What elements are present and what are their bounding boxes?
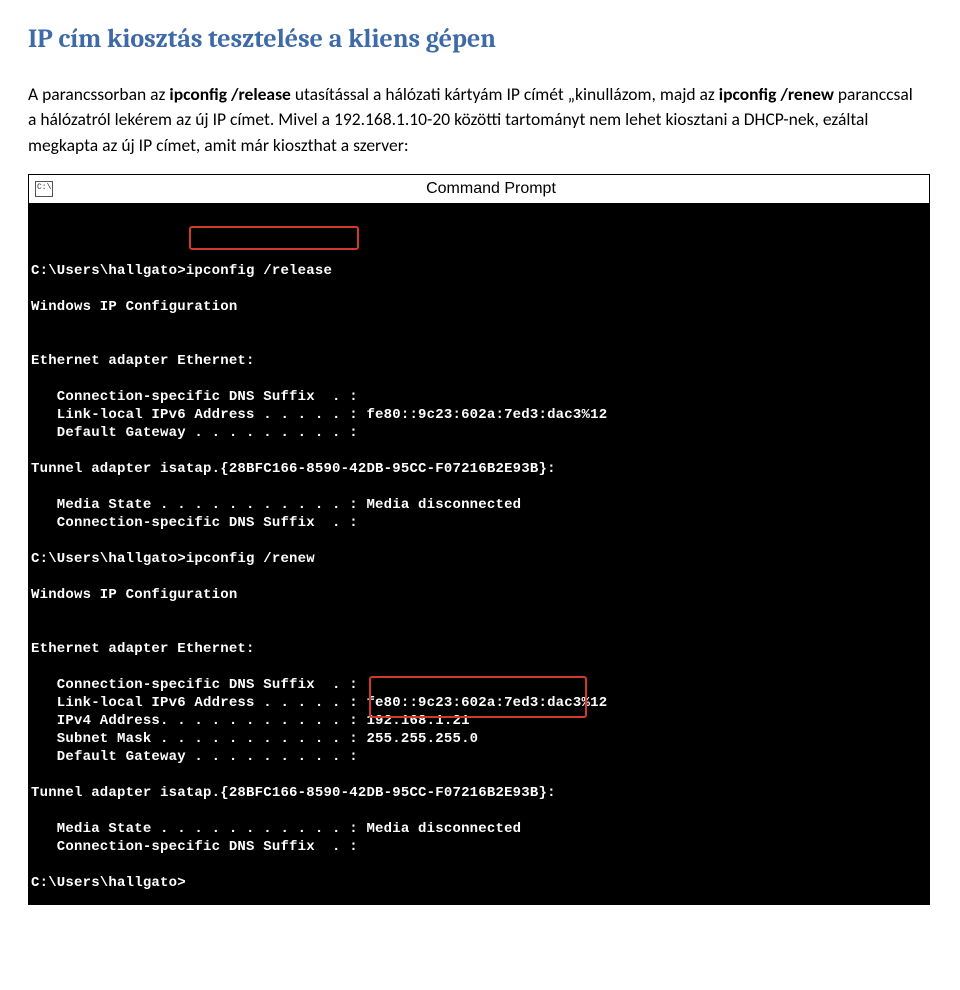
terminal-line: Default Gateway . . . . . . . . . : (31, 424, 927, 442)
command-prompt-title: Command Prompt (59, 180, 923, 198)
terminal-line (31, 442, 927, 460)
terminal-line: Default Gateway . . . . . . . . . : (31, 748, 927, 766)
terminal-line: Link-local IPv6 Address . . . . . : fe80… (31, 406, 927, 424)
terminal-line (31, 334, 927, 352)
terminal-line (31, 370, 927, 388)
terminal-line (31, 532, 927, 550)
terminal-line (31, 622, 927, 640)
terminal-line (31, 658, 927, 676)
page-title: IP cím kiosztás tesztelése a kliens gépe… (28, 24, 932, 54)
terminal-line: Ethernet adapter Ethernet: (31, 640, 927, 658)
terminal-line: Tunnel adapter isatap.{28BFC166-8590-42D… (31, 784, 927, 802)
terminal-line: IPv4 Address. . . . . . . . . . . : 192.… (31, 712, 927, 730)
intro-text-2: utasítással a hálózati kártyám IP címét … (291, 83, 719, 105)
terminal-line: Media State . . . . . . . . . . . : Medi… (31, 496, 927, 514)
intro-text-1: A parancssorban az (28, 83, 169, 105)
terminal-line (31, 802, 927, 820)
terminal-line: Connection-specific DNS Suffix . : (31, 514, 927, 532)
terminal-line (31, 604, 927, 622)
terminal-line: Connection-specific DNS Suffix . : (31, 388, 927, 406)
terminal-line (31, 766, 927, 784)
terminal-line: Ethernet adapter Ethernet: (31, 352, 927, 370)
command-prompt-icon (35, 181, 53, 197)
terminal-line: Tunnel adapter isatap.{28BFC166-8590-42D… (31, 460, 927, 478)
terminal-line (31, 478, 927, 496)
terminal-line: C:\Users\hallgato> (31, 874, 927, 892)
command-prompt-body: C:\Users\hallgato>ipconfig /release Wind… (29, 204, 929, 904)
terminal-line (31, 280, 927, 298)
terminal-line: Windows IP Configuration (31, 586, 927, 604)
terminal-line: Media State . . . . . . . . . . . : Medi… (31, 820, 927, 838)
terminal-line: C:\Users\hallgato>ipconfig /release (31, 262, 927, 280)
command-renew: ipconfig /renew (719, 83, 834, 105)
terminal-line (31, 568, 927, 586)
terminal-line (31, 244, 927, 262)
command-release: ipconfig /release (169, 83, 290, 105)
terminal-line: Link-local IPv6 Address . . . . . : fe80… (31, 694, 927, 712)
terminal-line: C:\Users\hallgato>ipconfig /renew (31, 550, 927, 568)
command-prompt-titlebar: Command Prompt (29, 175, 929, 204)
command-prompt-window: Command Prompt C:\Users\hallgato>ipconfi… (28, 174, 930, 905)
terminal-line: Connection-specific DNS Suffix . : (31, 838, 927, 856)
terminal-line: Subnet Mask . . . . . . . . . . . : 255.… (31, 730, 927, 748)
terminal-line: Windows IP Configuration (31, 298, 927, 316)
terminal-line: Connection-specific DNS Suffix . : (31, 676, 927, 694)
intro-paragraph: A parancssorban az ipconfig /release uta… (28, 82, 918, 158)
terminal-line (31, 316, 927, 334)
terminal-line (31, 856, 927, 874)
